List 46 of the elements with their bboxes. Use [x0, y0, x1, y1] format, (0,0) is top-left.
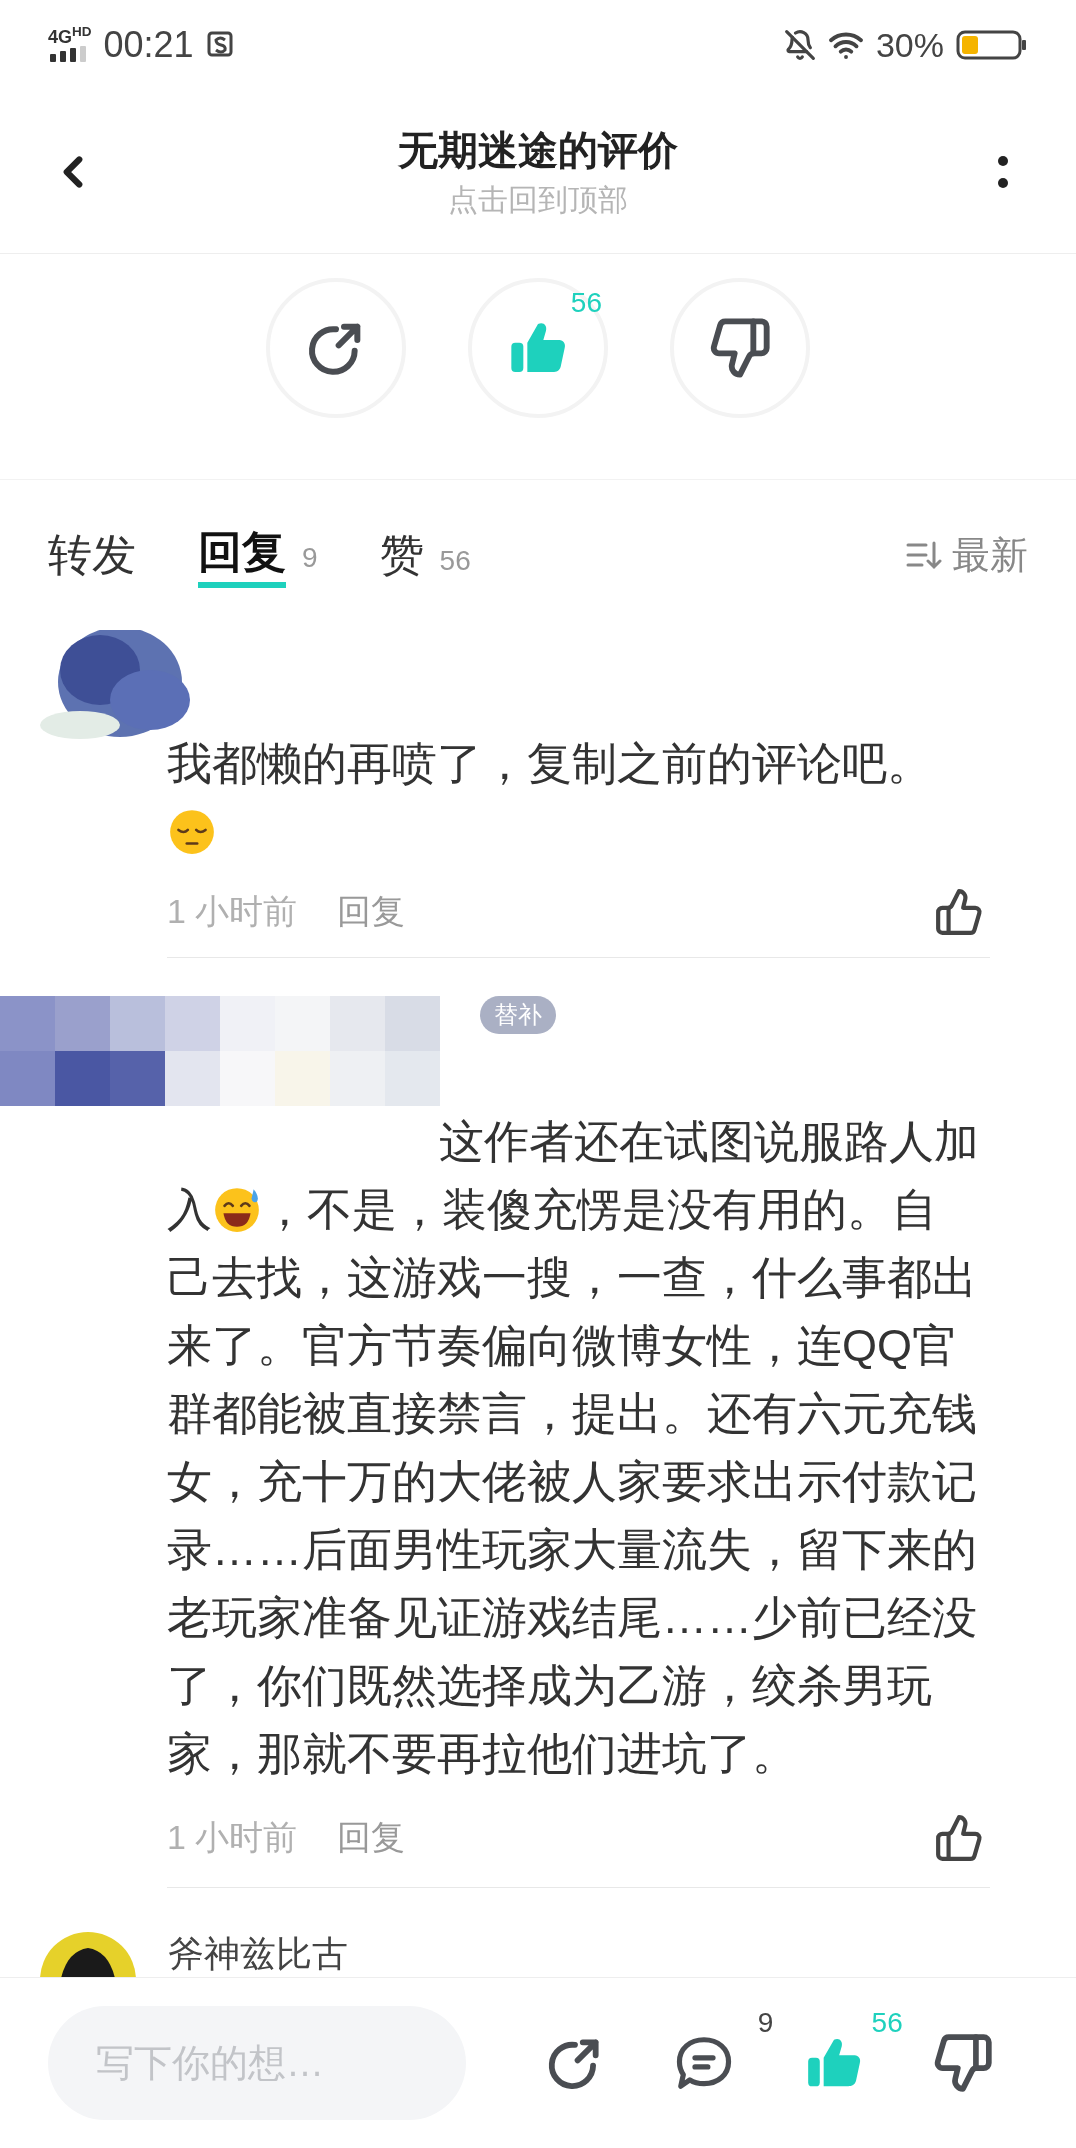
reply-button[interactable]: 回复: [337, 886, 406, 937]
battery-percentage: 30%: [875, 24, 944, 66]
comment-text: 了，你们既然选择成为乙游，绞杀男玩: [167, 1659, 932, 1713]
like-count: 56: [570, 286, 602, 320]
thumbs-down-icon: [932, 2032, 995, 2094]
page-title: 无期迷途的评价: [398, 126, 678, 174]
comment-like-button[interactable]: [934, 1812, 984, 1863]
user-badge: 替补: [480, 996, 556, 1034]
sort-button[interactable]: 最新: [906, 526, 1028, 584]
like-button[interactable]: 56: [468, 278, 608, 418]
thumbs-up-icon: [934, 886, 984, 937]
comment-text: 己去找，这游戏一搜，一查，什么事都出: [167, 1251, 977, 1305]
back-to-top-link[interactable]: 点击回到顶部: [448, 179, 628, 220]
comment-text: 这作者还在试图说服路人加: [439, 1115, 979, 1169]
network-indicator: 4G$^{HD}$: [48, 28, 92, 46]
comment-text: 来了。官方节奏偏向微博女性，连QQ官: [167, 1319, 957, 1373]
tab[interactable]: 回复 9: [198, 522, 318, 588]
tab[interactable]: 赞 56: [379, 525, 471, 585]
sort-icon: [906, 539, 942, 571]
thumbs-up-icon: [934, 1812, 984, 1863]
comment-time: 1 小时前: [167, 1817, 298, 1858]
battery-icon: [956, 29, 1028, 61]
comment-like-button[interactable]: [934, 886, 984, 937]
tab[interactable]: 转发: [48, 525, 136, 585]
comment-text: 录……后面男性玩家大量流失，留下来的: [167, 1523, 977, 1577]
comment-text: 群都能被直接禁言，提出。还有六元充钱: [167, 1387, 977, 1441]
like-count: 56: [871, 2006, 903, 2040]
thumbs-down-icon: [708, 316, 772, 380]
dislike-button[interactable]: [670, 278, 810, 418]
app-notification-icon: [205, 30, 236, 60]
comment-count: 9: [757, 2006, 774, 2040]
comment-text: 家，那就不要再拉他们进坑了。: [167, 1727, 797, 1781]
comment-time: 1 小时前: [167, 891, 298, 932]
comment-text: 入: [167, 1183, 212, 1237]
sweat-smile-face-icon: [212, 1185, 262, 1235]
pensive-face-icon: [167, 807, 217, 857]
share-button[interactable]: [266, 278, 406, 418]
mute-icon: [783, 29, 816, 61]
reply-button[interactable]: 回复: [337, 1812, 406, 1863]
comment-text: 老玩家准备见证游戏结尾……少前已经没: [167, 1591, 977, 1645]
signal-icon: [48, 46, 88, 62]
comment-text: 女，充十万的大佬被人家要求出示付款记: [167, 1455, 977, 1509]
status-time: 00:21: [103, 23, 194, 67]
comment-text: ，不是，装傻充愣是没有用的。自: [262, 1183, 937, 1237]
comment-text: 我都懒的再喷了，复制之前的评论吧。: [167, 737, 932, 791]
username: 斧神兹比古: [168, 1932, 348, 1976]
